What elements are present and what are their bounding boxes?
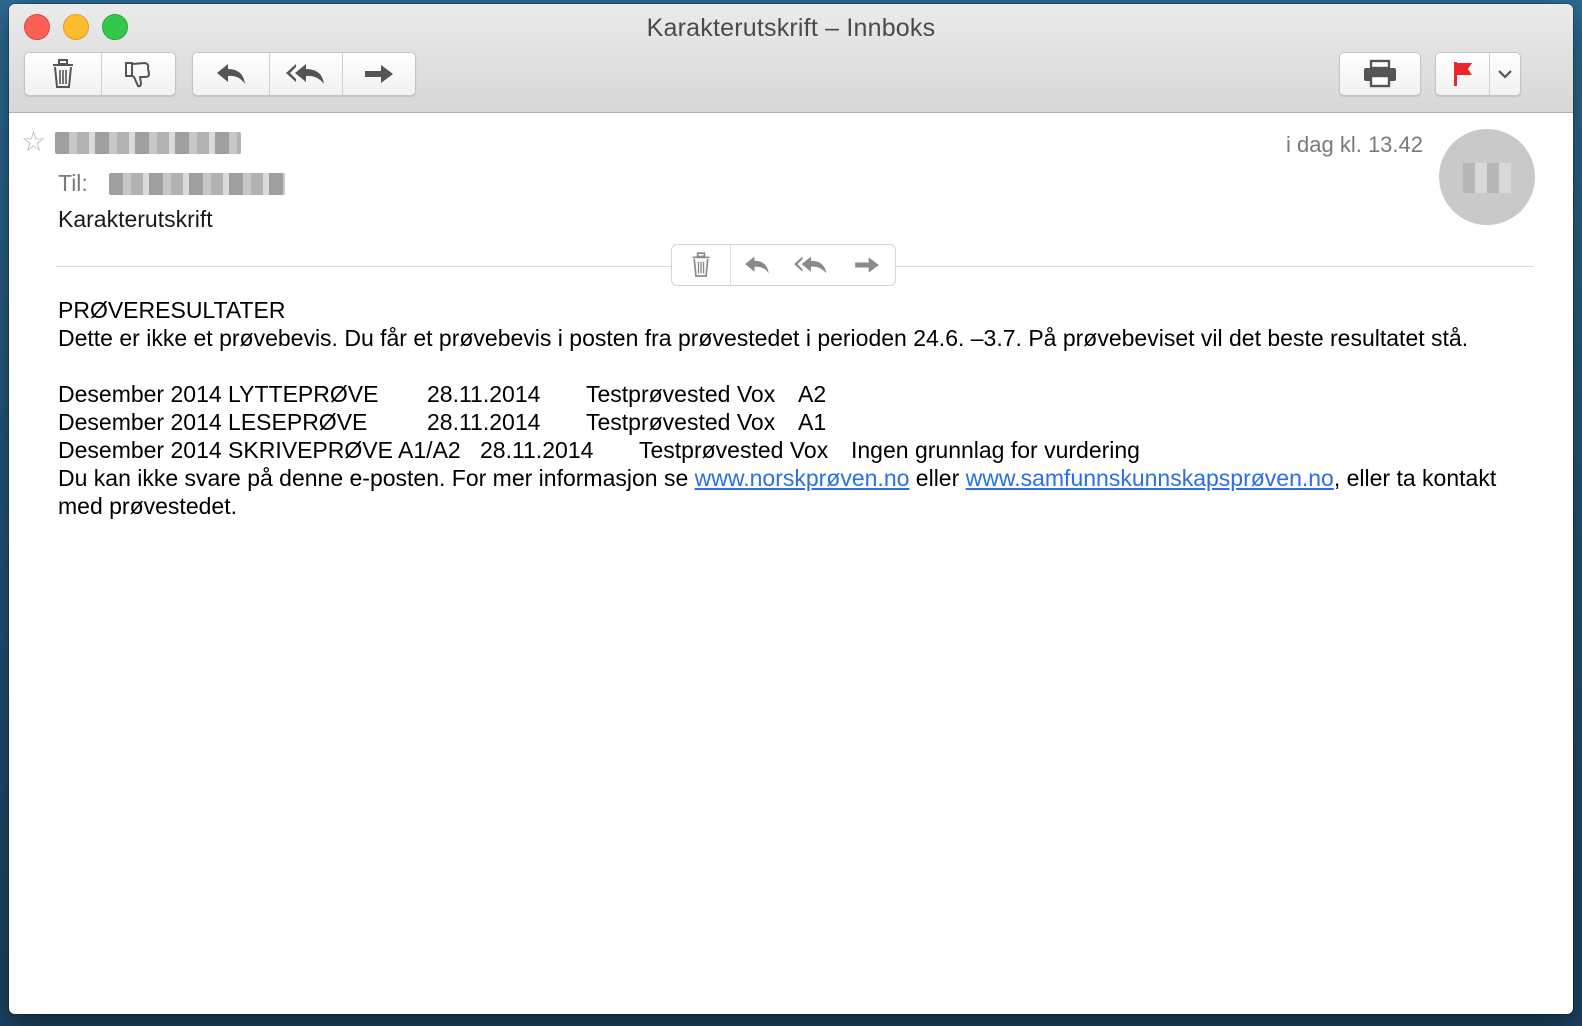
result-date: 28.11.2014 [427,381,541,407]
result-test: Desember 2014 SKRIVEPRØVE A1/A2 [58,437,461,463]
result-place: Testprøvested Vox [639,437,829,463]
result-date: 28.11.2014 [480,437,594,463]
result-grade: A1 [798,409,827,435]
reply-all-icon [794,256,827,274]
reply-icon [745,256,769,274]
link-norskproven[interactable]: www.norskprøven.no [695,465,910,491]
body-heading: PRØVERESULTATER [58,297,286,323]
toolbar-group-print [1339,52,1421,96]
sender-name-redacted [55,132,241,154]
mail-window: Karakterutskrift – Innboks ☆ Til: Karakt… [9,4,1573,1014]
results-list: Desember 2014 LYTTEPRØVE 28.11.2014 Test… [58,380,1518,464]
reply-button[interactable] [193,53,270,95]
print-icon [1364,59,1396,88]
result-test: Desember 2014 LYTTEPRØVE [58,381,379,407]
inline-reply-button[interactable] [731,245,783,285]
result-test: Desember 2014 LESEPRØVE [58,409,368,435]
reply-all-icon [286,64,324,84]
body-intro: Dette er ikke et prøvebevis. Du får et p… [58,325,1469,351]
footer-text-middle: eller [909,465,966,491]
toolbar-group-delete-junk [24,52,176,96]
inline-reply-all-button[interactable] [783,245,839,285]
result-place: Testprøvested Vox [586,381,776,407]
reply-icon [217,64,245,84]
trash-icon [52,59,73,88]
forward-icon [855,257,879,273]
flag-icon [1453,62,1472,86]
thumbs-down-icon [125,62,151,88]
print-button[interactable] [1340,53,1420,95]
avatar [1439,129,1535,225]
footer-text-before: Du kan ikke svare på denne e-posten. For… [58,465,695,491]
forward-icon [365,65,393,83]
result-place: Testprøvested Vox [586,409,776,435]
forward-button[interactable] [343,53,415,95]
message-date: i dag kl. 13.42 [1286,132,1423,157]
star-icon[interactable]: ☆ [21,128,46,156]
message-body: PRØVERESULTATER Dette er ikke et prøvebe… [58,296,1518,520]
result-grade: A2 [798,381,827,407]
delete-button[interactable] [25,53,102,95]
result-grade: Ingen grunnlag for vurdering [851,437,1140,463]
inline-delete-button[interactable] [672,245,731,285]
reply-all-button[interactable] [270,53,343,95]
message-subject: Karakterutskrift [58,206,213,232]
chevron-down-icon [1498,70,1512,79]
to-label: Til: [58,170,88,196]
window-title: Karakterutskrift – Innboks [646,14,936,42]
titlebar: Karakterutskrift – Innboks [9,4,1573,113]
recipient-redacted [109,173,285,195]
toolbar-group-flag [1435,52,1521,96]
toolbar-group-reply [192,52,416,96]
flag-button[interactable] [1436,53,1491,95]
result-date: 28.11.2014 [427,409,541,435]
junk-button[interactable] [102,53,176,95]
inline-forward-button[interactable] [839,245,895,285]
link-samfunnskunnskapsproven[interactable]: www.samfunnskunnskapsprøven.no [966,465,1334,491]
result-row: Desember 2014 LYTTEPRØVE 28.11.2014 Test… [58,380,1518,408]
inline-action-bar [671,244,896,286]
flag-menu-button[interactable] [1490,53,1520,95]
result-row: Desember 2014 LESEPRØVE 28.11.2014 Testp… [58,408,1518,436]
trash-icon [692,252,710,277]
body-footer: Du kan ikke svare på denne e-posten. For… [58,464,1518,520]
avatar-redacted [1463,163,1511,193]
result-row: Desember 2014 SKRIVEPRØVE A1/A2 28.11.20… [58,436,1518,464]
